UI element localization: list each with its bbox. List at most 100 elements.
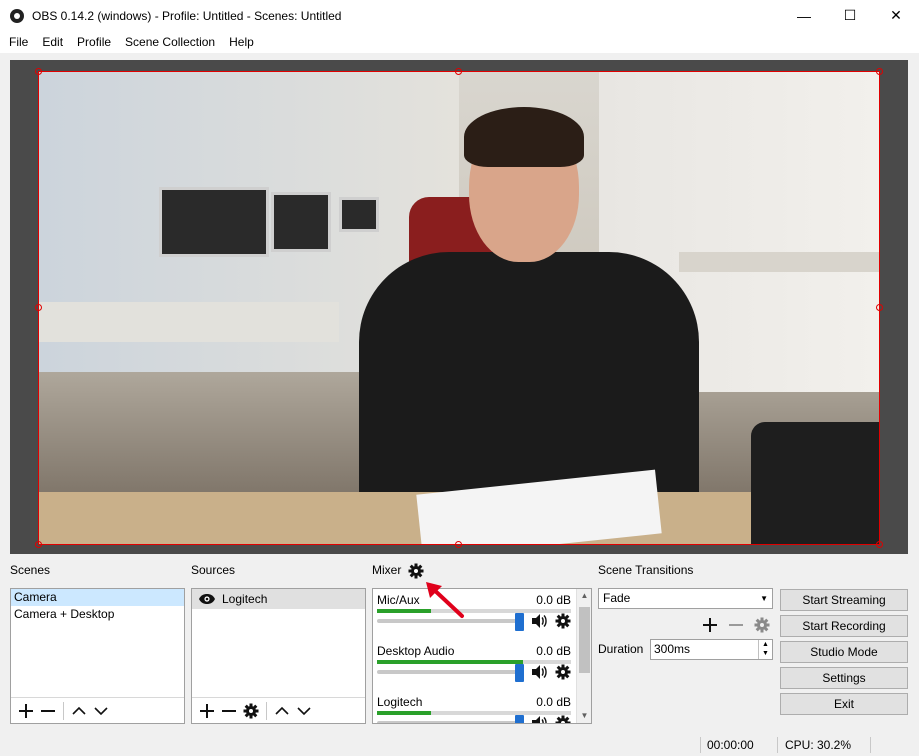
gear-icon[interactable]	[555, 664, 571, 680]
move-scene-up-button[interactable]	[68, 700, 90, 722]
chevron-down-icon	[94, 706, 108, 715]
menu-help[interactable]: Help	[222, 35, 261, 49]
gear-icon[interactable]	[555, 613, 571, 629]
duration-input[interactable]: 300ms ▲ ▼	[650, 639, 773, 660]
gear-icon	[754, 617, 770, 633]
scroll-down-arrow-icon[interactable]: ▼	[577, 709, 591, 723]
duration-spinner[interactable]: ▲ ▼	[758, 640, 772, 659]
start-streaming-button[interactable]: Start Streaming	[780, 589, 908, 611]
gear-icon	[243, 703, 259, 718]
start-recording-button[interactable]: Start Recording	[780, 615, 908, 637]
maximize-button[interactable]: ☐	[827, 0, 873, 31]
add-transition-button[interactable]	[702, 617, 718, 636]
toolbar-separator	[63, 701, 64, 720]
exit-button[interactable]: Exit	[780, 693, 908, 715]
scroll-up-arrow-icon[interactable]: ▲	[577, 589, 591, 603]
mixer-channel-logitech: Logitech 0.0 dB	[377, 695, 573, 724]
scene-item-camera-desktop[interactable]: Camera + Desktop	[11, 606, 184, 623]
source-item-logitech[interactable]: Logitech	[192, 589, 365, 609]
volume-slider-thumb[interactable]	[515, 664, 524, 682]
mixer-scrollbar-thumb[interactable]	[579, 607, 590, 673]
mixer-panel: Mic/Aux 0.0 dB Desktop Audio 0.0 dB Logi…	[372, 588, 592, 724]
resize-handle-right[interactable]	[876, 304, 883, 311]
menu-edit[interactable]: Edit	[35, 35, 70, 49]
sources-list[interactable]: Logitech	[191, 588, 366, 724]
mixer-channel-mic-aux: Mic/Aux 0.0 dB	[377, 593, 573, 643]
volume-slider-thumb[interactable]	[515, 613, 524, 631]
dropdown-arrow-icon: ▼	[760, 594, 768, 603]
minus-icon	[41, 709, 55, 712]
scenes-toolbar	[11, 697, 184, 723]
chevron-up-icon	[72, 706, 86, 715]
annotation-arrow-icon	[426, 582, 464, 618]
title-bar: OBS 0.14.2 (windows) - Profile: Untitled…	[0, 0, 919, 31]
scenes-title: Scenes	[10, 563, 51, 577]
resize-handle-left[interactable]	[35, 304, 42, 311]
volume-meter-level	[377, 660, 523, 664]
sources-title: Sources	[191, 563, 236, 577]
speaker-icon[interactable]	[531, 613, 547, 629]
move-source-up-button[interactable]	[271, 700, 293, 722]
minus-icon	[222, 709, 236, 712]
background-monitor	[159, 187, 269, 257]
status-time: 00:00:00	[707, 738, 754, 752]
remove-source-button[interactable]	[218, 700, 240, 722]
resize-handle-top[interactable]	[455, 68, 462, 75]
volume-meter-level	[377, 711, 432, 715]
add-scene-button[interactable]	[15, 700, 37, 722]
camera-preview[interactable]	[38, 71, 880, 545]
plus-icon	[200, 703, 214, 718]
preview-area[interactable]	[10, 60, 908, 554]
menu-file[interactable]: File	[2, 35, 35, 49]
gear-icon[interactable]	[555, 715, 571, 724]
mixer-settings-gear-icon[interactable]	[408, 563, 424, 579]
minimize-button[interactable]: —	[781, 0, 827, 31]
transition-properties-button[interactable]	[754, 617, 770, 636]
obs-app-icon	[10, 8, 24, 23]
channel-db: 0.0 dB	[536, 695, 571, 709]
controls-dock: Start Streaming Start Recording Studio M…	[780, 560, 908, 730]
menu-profile[interactable]: Profile	[70, 35, 118, 49]
volume-slider-track[interactable]	[377, 721, 523, 723]
move-source-down-button[interactable]	[293, 700, 315, 722]
window-title: OBS 0.14.2 (windows) - Profile: Untitled…	[32, 8, 342, 23]
resize-handle-top-right[interactable]	[876, 68, 883, 75]
speaker-icon[interactable]	[531, 664, 547, 680]
resize-handle-bottom-right[interactable]	[876, 541, 883, 548]
resize-handle-top-left[interactable]	[35, 68, 42, 75]
mixer-channel-desktop-audio: Desktop Audio 0.0 dB	[377, 644, 573, 694]
spin-down-icon[interactable]: ▼	[759, 649, 772, 658]
source-properties-button[interactable]	[240, 700, 262, 722]
transition-select[interactable]: Fade ▼	[598, 588, 773, 609]
move-scene-down-button[interactable]	[90, 700, 112, 722]
duration-value: 300ms	[654, 642, 691, 656]
volume-slider-track[interactable]	[377, 670, 523, 674]
speaker-icon[interactable]	[531, 715, 547, 724]
eye-icon[interactable]	[198, 593, 216, 605]
plus-icon	[19, 703, 33, 718]
channel-name: Logitech	[377, 695, 423, 709]
status-separator	[777, 737, 778, 753]
source-label: Logitech	[222, 592, 268, 606]
spin-up-icon[interactable]: ▲	[759, 640, 772, 649]
mixer-title: Mixer	[372, 563, 402, 577]
scene-item-camera[interactable]: Camera	[11, 589, 184, 606]
scenes-list[interactable]: Camera Camera + Desktop	[10, 588, 185, 724]
add-source-button[interactable]	[196, 700, 218, 722]
resize-handle-bottom[interactable]	[455, 541, 462, 548]
remove-scene-button[interactable]	[37, 700, 59, 722]
scene-transitions-title: Scene Transitions	[598, 563, 694, 577]
chevron-down-icon	[297, 706, 311, 715]
keyboard	[751, 422, 879, 544]
close-button[interactable]: ✕	[873, 0, 919, 31]
remove-transition-button[interactable]	[728, 617, 744, 636]
studio-mode-button[interactable]: Studio Mode	[780, 641, 908, 663]
resize-handle-bottom-left[interactable]	[35, 541, 42, 548]
settings-button[interactable]: Settings	[780, 667, 908, 689]
status-separator	[870, 737, 871, 753]
plus-icon	[703, 618, 717, 632]
mixer-scrollbar[interactable]: ▲ ▼	[576, 589, 591, 723]
menu-scene-collection[interactable]: Scene Collection	[118, 35, 222, 49]
volume-slider-thumb[interactable]	[515, 715, 524, 723]
toolbar-separator	[266, 701, 267, 720]
